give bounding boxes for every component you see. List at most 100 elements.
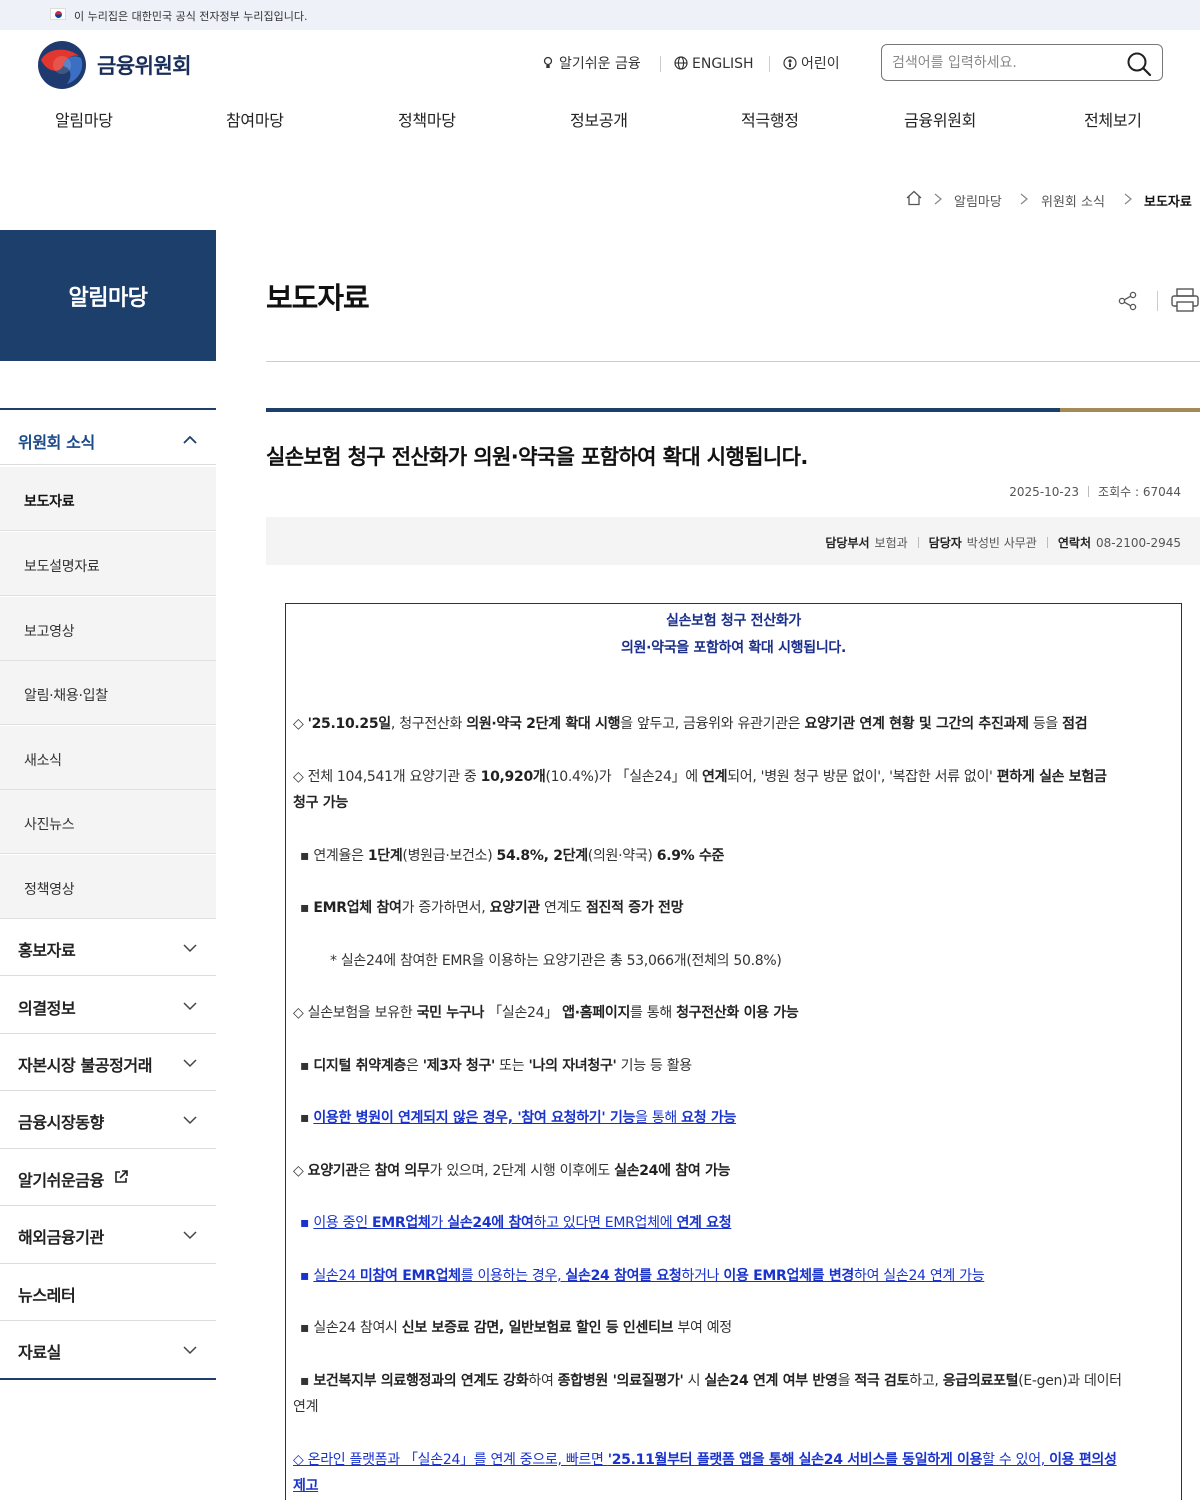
globe-icon xyxy=(674,56,688,70)
side-group-pr[interactable]: 홍보자료 xyxy=(0,919,216,976)
doc-paragraph-link[interactable]: ◇ 온라인 플랫폼과 「실손24」를 연계 중으로, 빠르면 '25.11월부터… xyxy=(293,1447,1173,1473)
text-run-link: 가 xyxy=(430,1215,448,1231)
text-run-link: 실손24 xyxy=(313,1268,360,1284)
text-run-bold: 신보 보증료 감면, 일반보험료 할인 등 인센티브 xyxy=(401,1320,674,1336)
contact-divider xyxy=(1046,537,1048,548)
chevron-right-icon xyxy=(1020,193,1028,205)
side-group-label: 뉴스레터 xyxy=(18,1286,76,1305)
gnb-item[interactable]: 정보공개 xyxy=(570,107,628,131)
doc-bullet-link[interactable]: ▪ 이용 중인 EMR업체가 실손24에 참여하고 있다면 EMR업체에 연계 … xyxy=(300,1210,1180,1236)
text-run-bold: 편하게 실손 보험금 xyxy=(996,769,1107,785)
side-sub-item[interactable]: 알림·채용·입찰 xyxy=(0,661,216,725)
breadcrumb-item[interactable]: 알림마당 xyxy=(954,191,1002,210)
title-divider xyxy=(266,361,1200,362)
side-sub-item[interactable]: 사진뉴스 xyxy=(0,790,216,854)
text-run-link: 이용 중인 xyxy=(313,1215,372,1231)
doc-paragraph: ◇ 실손보험을 보유한 국민 누구나 「실손24」 앱·홈페이지를 통해 청구전… xyxy=(293,1000,1173,1026)
chevron-right-icon xyxy=(1124,193,1132,205)
text-run-bold: 종합병원 '의료질평가' xyxy=(557,1373,684,1389)
text-run: 를 통해 xyxy=(630,1005,677,1021)
text-run: 되어, '병원 청구 방문 없이', '복잡한 서류 없이' xyxy=(727,769,997,785)
fsc-logo-icon[interactable] xyxy=(37,40,87,90)
logo-text[interactable]: 금융위원회 xyxy=(97,50,192,80)
side-group-resolutions[interactable]: 의결정보 xyxy=(0,977,216,1034)
contact-phone-label: 연락처 xyxy=(1057,536,1091,550)
side-group-newsletter[interactable]: 뉴스레터 xyxy=(0,1264,216,1321)
text-run-bold: 점진적 증가 전망 xyxy=(585,900,684,916)
text-run-bold: 디지털 취약계층 xyxy=(313,1058,406,1074)
text-run-bold: 1단계 xyxy=(367,848,403,864)
text-run: 부여 예정 xyxy=(673,1320,732,1336)
util-kids-link[interactable]: 어린이 xyxy=(783,55,840,73)
text-run-bold: 참여 의무 xyxy=(374,1163,430,1179)
gnb-item[interactable]: 정책마당 xyxy=(398,107,456,131)
gnb-item[interactable]: 전체보기 xyxy=(1084,107,1142,131)
side-group-market-trends[interactable]: 금융시장동향 xyxy=(0,1091,216,1149)
side-sub-item[interactable]: 보고영상 xyxy=(0,597,216,661)
text-run-bold: 미참여 EMR업체 xyxy=(359,1268,461,1284)
text-run: ▪ xyxy=(300,1110,314,1126)
text-run: ◇ 실손보험을 보유한 xyxy=(293,1005,417,1021)
breadcrumb-item[interactable]: 위원회 소식 xyxy=(1041,191,1105,210)
util-easy-finance-link[interactable]: 알기쉬운 금융 xyxy=(541,55,641,73)
doc-bullet-link[interactable]: ▪ 실손24 미참여 EMR업체를 이용하는 경우, 실손24 참여를 요청하거… xyxy=(300,1263,1180,1289)
side-group-unfair-trading[interactable]: 자본시장 불공정거래 xyxy=(0,1034,216,1091)
contact-box: 담당부서 보험과 담당자 박성빈 사무관 연락처 08-2100-2945 xyxy=(266,517,1200,565)
text-run: 을 앞두고, 금융위와 유관기관은 xyxy=(620,716,805,732)
text-run: 가 있으며, 2단계 시행 이후에도 xyxy=(429,1163,615,1179)
print-icon[interactable] xyxy=(1170,287,1200,313)
text-run-bold: EMR업체 xyxy=(371,1215,431,1231)
side-group-easy-finance[interactable]: 알기쉬운금융 xyxy=(0,1149,216,1206)
gnb-item[interactable]: 참여마당 xyxy=(226,107,284,131)
text-run-link: '25.11월부터 플랫폼 앱을 통해 실손24 서비스를 동일하게 이용 xyxy=(608,1452,983,1468)
text-run-link: EMR업체 xyxy=(372,1215,431,1231)
side-group-archive[interactable]: 자료실 xyxy=(0,1321,216,1378)
text-run: ▪ xyxy=(300,1268,314,1284)
search-input[interactable] xyxy=(892,53,1112,73)
side-group-overseas[interactable]: 해외금융기관 xyxy=(0,1206,216,1264)
text-run: 시 xyxy=(683,1373,705,1389)
text-run-bold: 실손24 연계 여부 반영 xyxy=(704,1373,838,1389)
text-run: 등을 xyxy=(1028,716,1063,732)
doc-bullet: ▪ 디지털 취약계층은 '제3자 청구' 또는 '나의 자녀청구' 기능 등 활… xyxy=(300,1053,1180,1079)
chevron-up-icon xyxy=(183,435,197,444)
home-icon[interactable] xyxy=(905,189,923,207)
text-run-bold: 10,920개 xyxy=(480,769,546,785)
text-run-bold: EMR업체 참여 xyxy=(313,900,402,916)
text-run-link: 를 이용하는 경우, xyxy=(460,1268,566,1284)
kids-icon xyxy=(783,56,797,70)
gnb-item[interactable]: 알림마당 xyxy=(55,107,113,131)
side-group-committee-news[interactable]: 위원회 소식 xyxy=(0,408,216,465)
text-run: 은 xyxy=(405,1058,423,1074)
doc-paragraph-cont: 청구 가능 xyxy=(293,790,1173,816)
util-english-link[interactable]: ENGLISH xyxy=(674,55,754,73)
text-run-bold: 보건복지부 의료행정과의 연계도 강화 xyxy=(313,1373,529,1389)
contact-dept: 보험과 xyxy=(874,536,908,550)
doc-bullet-link[interactable]: ▪ 이용한 병원이 연계되지 않은 경우, '참여 요청하기' 기능을 통해 요… xyxy=(300,1105,1180,1131)
doc-paragraph-link-cont[interactable]: 제고 xyxy=(293,1473,1173,1499)
text-run-link: 연계 요청 xyxy=(676,1215,731,1231)
text-run-bold: 54.8%, 2단계 xyxy=(496,848,589,864)
doc-bullet: ▪ EMR업체 참여가 증가하면서, 요양기관 연계도 점진적 증가 전망 xyxy=(300,895,1180,921)
text-run: ▪ xyxy=(300,1373,314,1389)
side-group-label: 자본시장 불공정거래 xyxy=(18,1056,153,1075)
side-sub-item[interactable]: 새소식 xyxy=(0,726,216,790)
doc-footnote: * 실손24에 참여한 EMR을 이용하는 요양기관은 총 53,066개(전체… xyxy=(330,953,782,969)
share-icon[interactable] xyxy=(1117,290,1139,312)
search-icon[interactable] xyxy=(1126,51,1152,77)
text-run-bold: 요청 가능 xyxy=(681,1110,737,1126)
gnb-item[interactable]: 적극행정 xyxy=(741,107,799,131)
text-run: ▪ xyxy=(300,1058,314,1074)
side-sub-item[interactable]: 보도설명자료 xyxy=(0,532,216,596)
text-run: (E-gen)과 데이터 xyxy=(1018,1373,1122,1389)
side-sub-item[interactable]: 정책영상 xyxy=(0,855,216,919)
side-sub-item-press-release[interactable]: 보도자료 xyxy=(0,467,216,531)
text-run-bold: 연계 요청 xyxy=(676,1215,732,1231)
text-run: 「실손24」 xyxy=(484,1005,563,1021)
text-run-bold: 적극 검토 xyxy=(854,1373,910,1389)
text-run-link: ◇ 온라인 플랫폼과 「실손24」를 연계 중으로, 빠르면 xyxy=(293,1452,608,1468)
text-run-bold: 청구 가능 xyxy=(293,795,348,811)
gnb-item[interactable]: 금융위원회 xyxy=(904,107,976,131)
text-run-bold: 실손24에 참여 xyxy=(447,1215,534,1231)
contact-phone: 08-2100-2945 xyxy=(1095,536,1181,550)
